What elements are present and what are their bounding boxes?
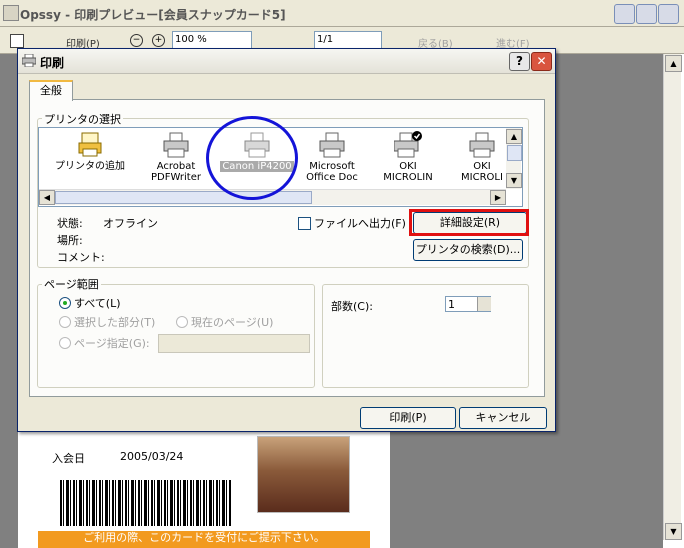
comment-label: コメント: [57, 251, 105, 264]
page-setup-icon[interactable] [10, 34, 24, 48]
zoom-out-icon[interactable]: − [130, 34, 143, 47]
printer-item-add[interactable]: プリンタの追加 [53, 128, 127, 194]
printer-name: プリンタの追加 [55, 161, 125, 172]
range-all-label: すべて(L) [74, 297, 121, 310]
page-number-input[interactable]: 1/1 [314, 31, 382, 49]
printer-icon [319, 132, 345, 158]
status-label: 状態: [57, 217, 83, 230]
close-app-button[interactable] [658, 4, 679, 24]
highlight-circle [206, 116, 298, 200]
printer-item-ms-office[interactable]: Microsoft Office Doc [295, 128, 369, 194]
join-date-label: 入会日 [52, 452, 85, 465]
vertical-scrollbar[interactable]: ▲ ▼ [663, 54, 682, 540]
app-title: Opssy - 印刷プレビュー[会員スナップカード5] [20, 8, 286, 22]
printer-section-label: プリンタの選択 [42, 111, 123, 127]
app-title-bar: Opssy - 印刷プレビュー[会員スナップカード5] [0, 0, 684, 27]
list-scroll-right[interactable]: ▶ [490, 190, 506, 205]
list-scroll-left[interactable]: ◀ [39, 190, 55, 205]
scroll-down-arrow[interactable]: ▼ [665, 523, 682, 540]
barcode [60, 480, 232, 526]
list-scroll-thumb[interactable] [507, 145, 522, 161]
range-all-radio[interactable] [59, 297, 71, 309]
highlight-box [409, 209, 529, 236]
range-selection-label: 選択した部分(T) [74, 316, 156, 329]
range-selection-radio[interactable] [59, 316, 71, 328]
radio-dot [63, 301, 67, 305]
join-date-value: 2005/03/24 [120, 450, 184, 463]
printer-list-vscroll[interactable]: ▲ ▼ [506, 128, 522, 189]
zoom-in-icon[interactable]: + [152, 34, 165, 47]
range-pages-label: ページ指定(G): [74, 337, 150, 350]
dialog-title-bar: 印刷 ? ✕ [18, 49, 555, 74]
printer-icon [163, 132, 189, 158]
maximize-button[interactable] [636, 4, 657, 24]
card-footer-banner: ご利用の際、このカードを受付にご提示下さい。 [38, 531, 370, 548]
print-to-file-checkbox[interactable] [298, 217, 311, 230]
copies-label: 部数(C): [331, 300, 373, 313]
printer-name: OKI MICROLI [461, 161, 503, 183]
page-range-input[interactable] [158, 334, 310, 353]
scroll-up-arrow[interactable]: ▲ [665, 55, 682, 72]
app-icon [3, 5, 19, 21]
cancel-button[interactable]: キャンセル [459, 407, 547, 429]
status-value: オフライン [103, 217, 158, 230]
printer-name: OKI MICROLIN [383, 161, 433, 183]
printer-item-oki-1[interactable]: OKI MICROLIN [371, 128, 445, 194]
zoom-select[interactable]: 100 % [172, 31, 252, 49]
tab-general[interactable]: 全般 [29, 80, 73, 101]
printer-icon [469, 132, 495, 158]
printer-title-icon [22, 54, 36, 67]
list-scroll-down[interactable]: ▼ [506, 173, 522, 188]
page-range-label: ページ範囲 [42, 276, 101, 292]
print-button[interactable]: 印刷(P) [360, 407, 456, 429]
minimize-button[interactable] [614, 4, 635, 24]
range-current-radio[interactable] [176, 316, 188, 328]
default-printer-icon [394, 131, 422, 158]
add-printer-icon [78, 132, 102, 157]
member-photo [257, 436, 350, 513]
printer-item-oki-2[interactable]: OKI MICROLI [451, 128, 513, 194]
dialog-title: 印刷 [40, 56, 65, 70]
copies-spinner[interactable] [477, 297, 491, 311]
print-to-file-label: ファイルへ出力(F) [314, 217, 406, 230]
location-label: 場所: [57, 234, 83, 247]
printer-name: Acrobat PDFWriter [151, 161, 201, 183]
find-printer-button[interactable]: プリンタの検索(D)... [413, 239, 523, 261]
printer-name: Microsoft Office Doc [306, 161, 358, 183]
list-scroll-up[interactable]: ▲ [506, 129, 522, 144]
range-current-label: 現在のページ(U) [191, 316, 274, 329]
range-pages-radio[interactable] [59, 337, 71, 349]
printer-item-acrobat[interactable]: Acrobat PDFWriter [139, 128, 213, 194]
help-button[interactable]: ? [509, 52, 530, 71]
dialog-close-button[interactable]: ✕ [531, 52, 552, 71]
